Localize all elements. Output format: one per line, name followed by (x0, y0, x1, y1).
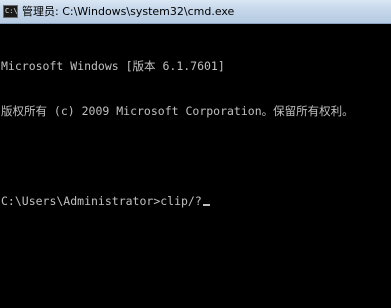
console-line-version: Microsoft Windows [版本 6.1.7601] (1, 59, 225, 73)
console-prompt-line[interactable]: C:\Users\Administrator>clip/? (1, 194, 391, 209)
window-title: 管理员: C:\Windows\system32\cmd.exe (22, 5, 235, 18)
command-prompt: C:\Users\Administrator>clip/? (1, 194, 202, 208)
console-line-copyright: 版权所有 (c) 2009 Microsoft Corporation。保留所有… (1, 104, 354, 118)
text-cursor (202, 204, 210, 206)
title-bar[interactable]: C:\ 管理员: C:\Windows\system32\cmd.exe (0, 0, 391, 24)
cmd-window: C:\ 管理员: C:\Windows\system32\cmd.exe Mic… (0, 0, 391, 308)
cmd-icon[interactable]: C:\ (3, 5, 18, 18)
console-output[interactable]: Microsoft Windows [版本 6.1.7601] 版权所有 (c)… (0, 29, 391, 308)
